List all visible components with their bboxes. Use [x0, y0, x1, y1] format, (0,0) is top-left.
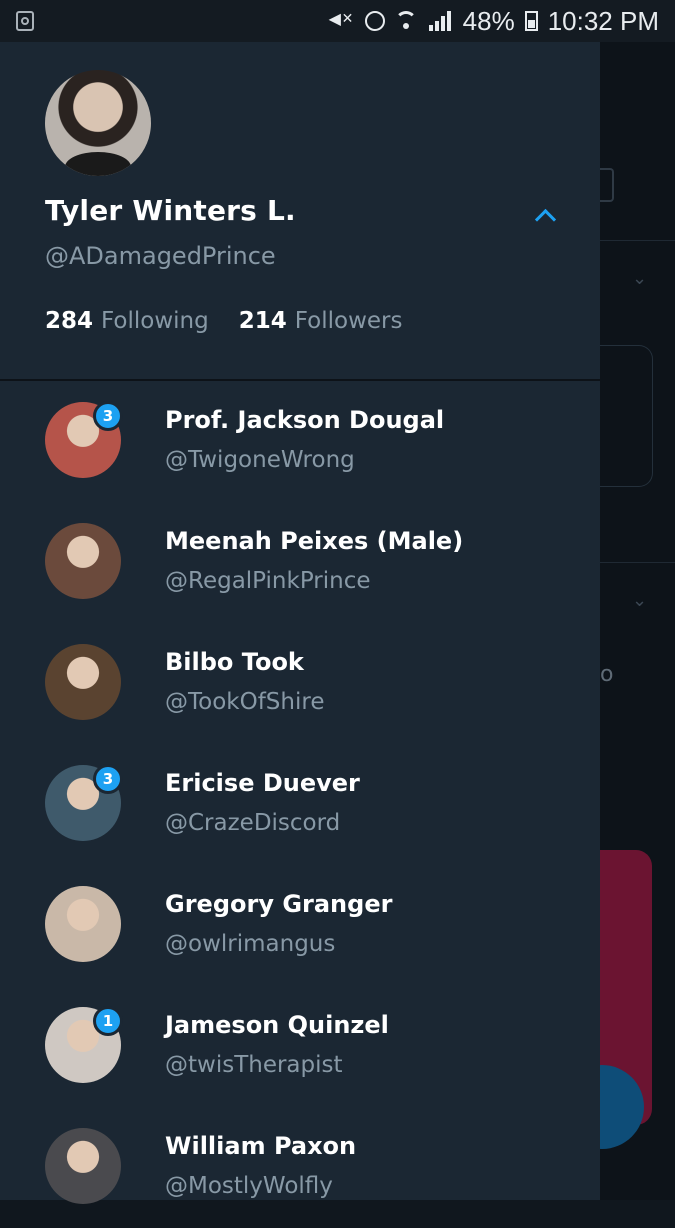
account-handle: @RegalPinkPrince — [165, 568, 371, 594]
alarm-icon — [364, 11, 385, 31]
followers-count: 214 — [238, 308, 287, 334]
account-item[interactable]: Meenah Peixes (Male) @RegalPinkPrince — [0, 503, 600, 623]
status-bar: 48% 10:32 PM — [0, 0, 675, 42]
notification-badge: 3 — [93, 764, 123, 794]
account-handle: @twisTherapist — [165, 1052, 343, 1078]
account-handle: @TookOfShire — [165, 689, 325, 715]
background-card — [600, 345, 653, 487]
account-avatar — [45, 523, 121, 599]
profile-stats: 284 Following 214 Followers — [45, 308, 402, 334]
account-name: Jameson Quinzel — [165, 1011, 389, 1039]
account-avatar — [45, 886, 121, 962]
account-item[interactable]: Bilbo Took @TookOfShire — [0, 624, 600, 744]
account-item[interactable]: Gregory Granger @owlrimangus — [0, 866, 600, 986]
following-stat[interactable]: 284 Following — [45, 308, 209, 334]
profile-name: Tyler Winters L. — [45, 194, 296, 227]
notification-badge: 3 — [93, 401, 123, 431]
background-text: o — [600, 662, 614, 687]
profile-avatar[interactable] — [45, 70, 151, 176]
account-name: Gregory Granger — [165, 890, 393, 918]
account-item[interactable]: 1 Jameson Quinzel @twisTherapist — [0, 987, 600, 1107]
followers-stat[interactable]: 214 Followers — [239, 308, 403, 334]
signal-icon — [428, 11, 453, 31]
background-divider — [600, 562, 675, 563]
account-name: Meenah Peixes (Male) — [165, 527, 464, 555]
following-label: Following — [101, 308, 209, 334]
wifi-icon — [394, 11, 419, 31]
battery-icon — [524, 11, 538, 31]
account-drawer: Tyler Winters L. @ADamagedPrince 284 Fol… — [0, 42, 600, 1204]
account-handle: @TwigoneWrong — [165, 447, 355, 473]
profile-handle: @ADamagedPrince — [45, 242, 276, 270]
battery-percent: 48% — [462, 5, 515, 36]
following-count: 284 — [45, 308, 94, 334]
account-handle: @owlrimangus — [165, 931, 336, 957]
account-avatar — [45, 644, 121, 720]
account-item[interactable]: William Paxon @MostlyWolfly — [0, 1108, 600, 1228]
background-chevron-down-icon: ⌄ — [632, 268, 648, 289]
account-switcher-toggle[interactable] — [530, 200, 560, 230]
drawer-divider — [0, 379, 600, 381]
clock: 10:32 PM — [547, 5, 659, 36]
notification-badge: 1 — [93, 1006, 123, 1036]
chevron-up-icon — [534, 208, 556, 230]
account-name: Ericise Duever — [165, 769, 360, 797]
account-item[interactable]: 3 Prof. Jackson Dougal @TwigoneWrong — [0, 382, 600, 502]
account-item[interactable]: 3 Ericise Duever @CrazeDiscord — [0, 745, 600, 865]
account-name: Prof. Jackson Dougal — [165, 406, 445, 434]
recycle-icon — [16, 11, 34, 31]
account-handle: @CrazeDiscord — [165, 810, 341, 836]
account-avatar — [45, 1128, 121, 1204]
background-mail-icon — [598, 168, 614, 202]
background-chevron-down-icon: ⌄ — [632, 590, 648, 611]
account-name: Bilbo Took — [165, 648, 304, 676]
background-divider — [600, 240, 675, 241]
account-name: William Paxon — [165, 1132, 357, 1160]
account-handle: @MostlyWolfly — [165, 1173, 333, 1199]
followers-label: Followers — [294, 308, 403, 334]
mute-icon — [329, 9, 355, 32]
